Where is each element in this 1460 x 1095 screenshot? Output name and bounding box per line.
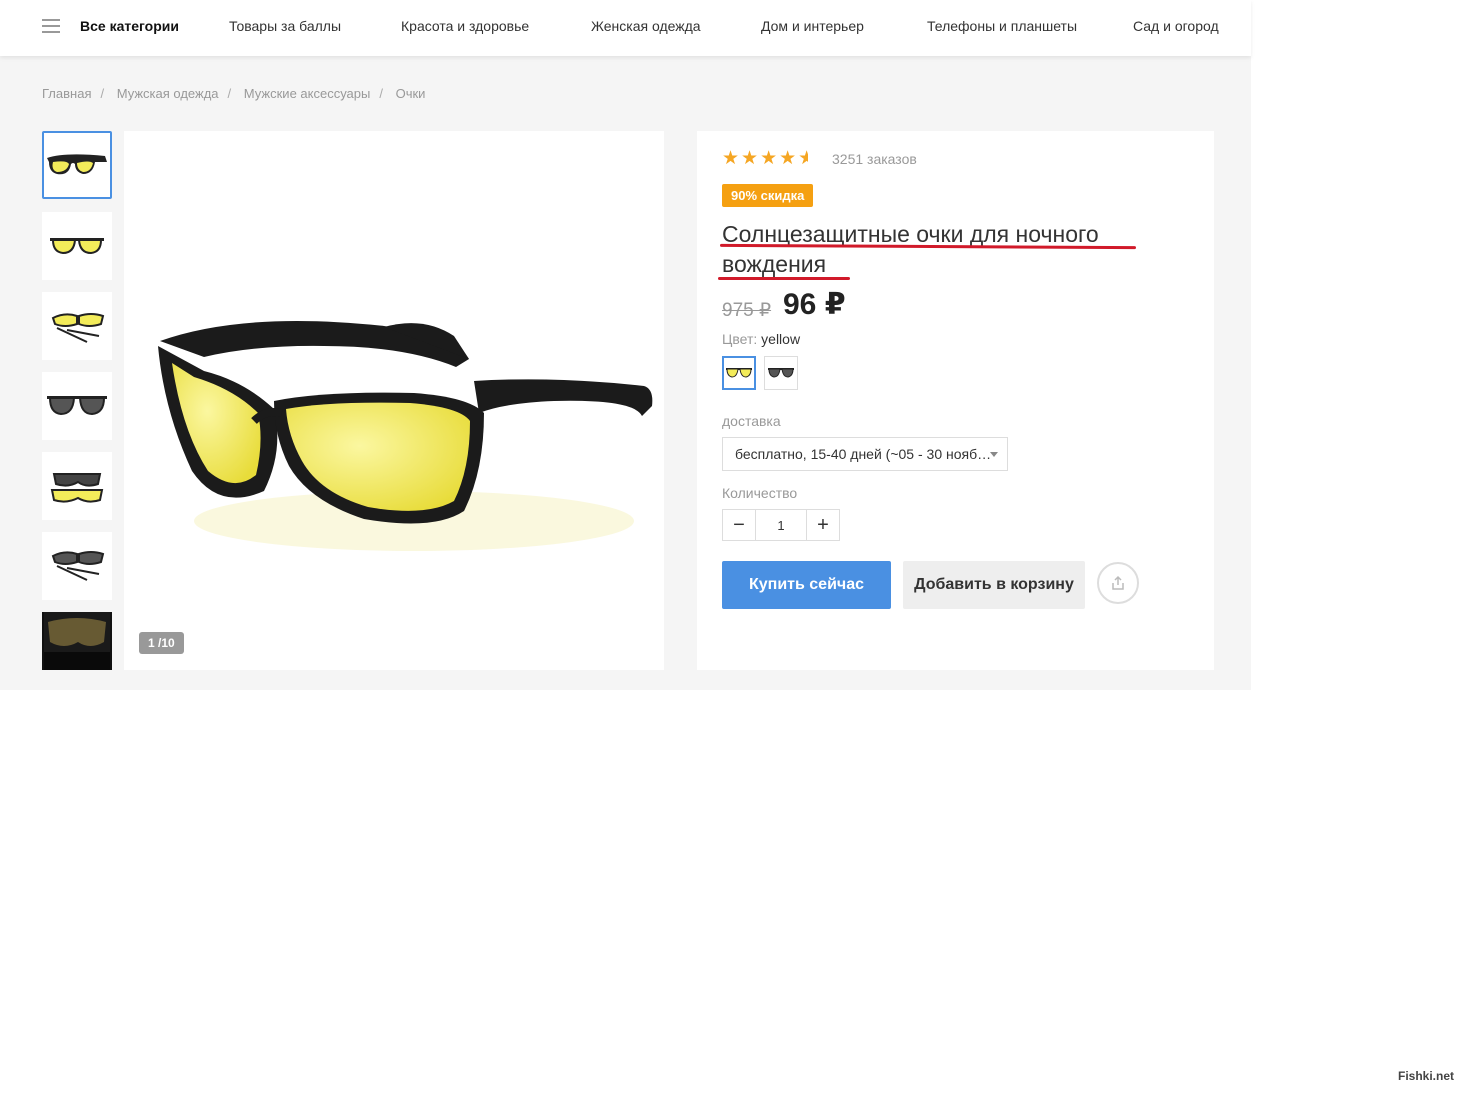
- thumbnail-1[interactable]: [42, 131, 112, 199]
- thumbnail-2[interactable]: [42, 212, 112, 280]
- dark-glasses-icon: [47, 396, 107, 416]
- yellow-glasses-icon: [726, 368, 752, 378]
- orders-count[interactable]: 3251 заказов: [832, 151, 917, 167]
- buy-now-button[interactable]: Купить сейчас: [722, 561, 891, 609]
- nav-item-womens-clothing[interactable]: Женская одежда: [591, 18, 701, 34]
- delivery-label: доставка: [722, 413, 781, 429]
- quantity-increase-button[interactable]: +: [807, 510, 839, 540]
- nav-item-phones-tablets[interactable]: Телефоны и планшеты: [927, 18, 1077, 34]
- color-option-yellow[interactable]: [722, 356, 756, 390]
- delivery-value: бесплатно, 15-40 дней (~05 - 30 нояб…: [735, 446, 992, 462]
- color-value: yellow: [761, 331, 801, 347]
- chevron-down-icon: [990, 452, 998, 457]
- breadcrumb-link-mens-accessories[interactable]: Мужские аксессуары: [244, 86, 371, 101]
- share-icon: [1112, 575, 1124, 590]
- title-underline-annotation-2: [718, 277, 850, 280]
- breadcrumb: Главная / Мужская одежда / Мужские аксессу…: [42, 86, 426, 101]
- thumbnail-5[interactable]: [42, 452, 112, 520]
- old-price: 975 ₽: [722, 300, 772, 321]
- night-view-photo-icon: [44, 612, 110, 670]
- breadcrumb-link-home[interactable]: Главная: [42, 86, 91, 101]
- delivery-select[interactable]: бесплатно, 15-40 дней (~05 - 30 нояб…: [722, 437, 1008, 471]
- color-option-black[interactable]: [764, 356, 798, 390]
- breadcrumb-link-mens-clothing[interactable]: Мужская одежда: [117, 86, 219, 101]
- thumbnail-3[interactable]: [42, 292, 112, 360]
- yellow-glasses-front-icon: [50, 238, 104, 255]
- current-price: 96 ₽: [783, 288, 846, 321]
- image-counter: 1 /10: [139, 632, 184, 654]
- rating-stars-icon: ★★★★★: [722, 148, 808, 169]
- nav-item-home-interior[interactable]: Дом и интерьер: [761, 18, 864, 34]
- yellow-glasses-icon: [47, 154, 107, 175]
- thumbnail-7[interactable]: [42, 612, 112, 670]
- dark-glasses-folded-icon: [51, 551, 105, 581]
- nav-item-points-goods[interactable]: Товары за баллы: [229, 18, 341, 34]
- quantity-label: Количество: [722, 485, 798, 501]
- thumbnail-6[interactable]: [42, 532, 112, 600]
- dark-glasses-icon: [768, 368, 794, 378]
- discount-badge: 90% скидка: [722, 184, 814, 207]
- hamburger-menu-icon[interactable]: [42, 19, 60, 33]
- quantity-decrease-button[interactable]: −: [723, 510, 755, 540]
- product-info-panel: ★★★★★ 3251 заказов 90% скидка Солнцезащи…: [697, 131, 1214, 670]
- nav-item-beauty-health[interactable]: Красота и здоровье: [401, 18, 529, 34]
- product-title: Солнцезащитные очки для ночного вождения: [722, 221, 1099, 277]
- top-nav: Все категории Товары за баллы Красота и …: [0, 0, 1251, 56]
- breadcrumb-link-glasses[interactable]: Очки: [396, 86, 426, 101]
- watermark-logo: Fishki.net: [1397, 1069, 1454, 1083]
- yellow-glasses-folded-icon: [51, 313, 105, 343]
- quantity-input[interactable]: 1: [755, 510, 807, 540]
- nav-item-all-categories[interactable]: Все категории: [80, 18, 179, 34]
- color-label: Цвет: yellow: [722, 331, 801, 347]
- nav-item-garden[interactable]: Сад и огород: [1133, 18, 1219, 34]
- yellow-glasses-icon: [158, 321, 653, 551]
- quantity-stepper: − 1 +: [722, 509, 840, 541]
- main-product-image[interactable]: 1 /10: [124, 131, 664, 670]
- share-button[interactable]: [1097, 562, 1139, 604]
- yellow-and-dark-glasses-icon: [50, 473, 104, 503]
- add-to-cart-button[interactable]: Добавить в корзину: [903, 561, 1085, 609]
- thumbnail-4[interactable]: [42, 372, 112, 440]
